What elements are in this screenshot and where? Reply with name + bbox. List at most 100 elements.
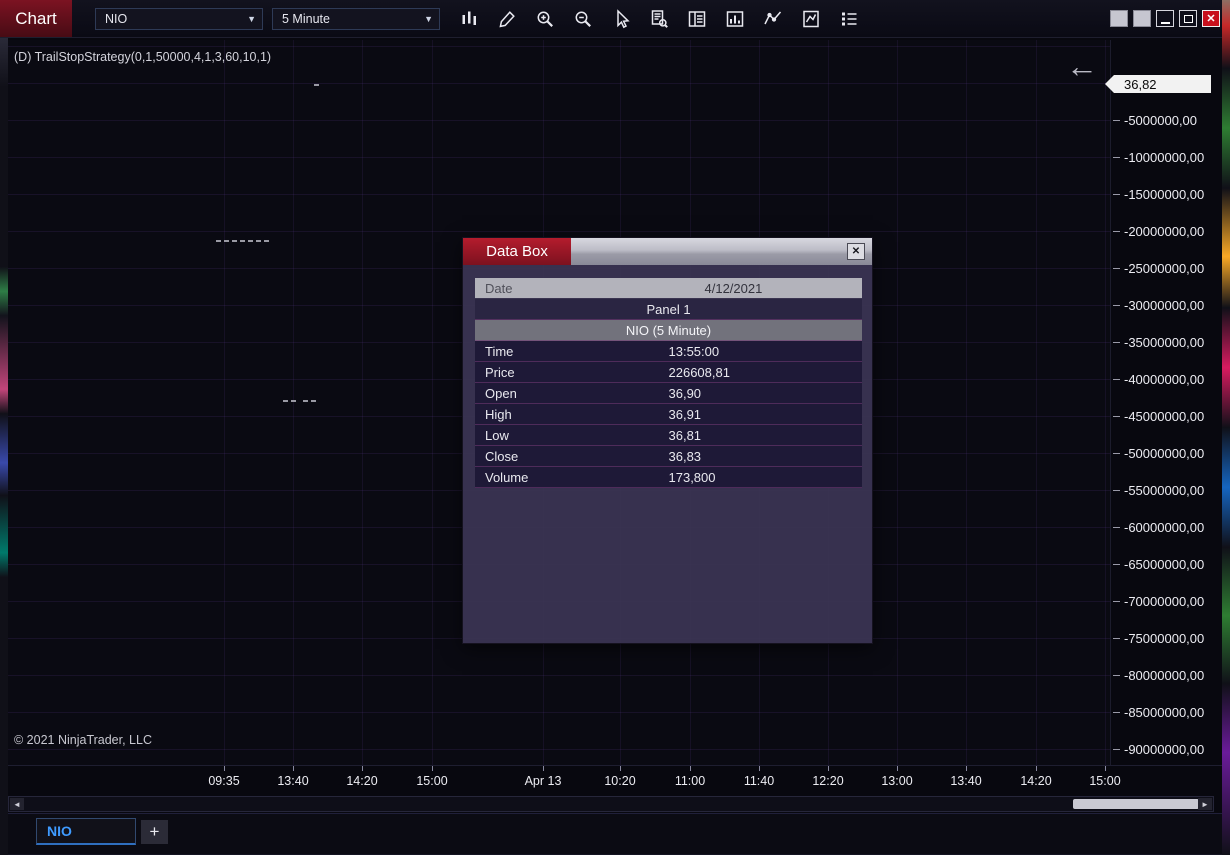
axis-tick	[1113, 119, 1120, 121]
axis-tick	[1113, 304, 1120, 306]
window-button-blank[interactable]	[1110, 10, 1128, 27]
strategies-icon[interactable]	[798, 5, 823, 32]
maximize-button[interactable]	[1179, 10, 1197, 27]
close-button[interactable]: ✕	[1202, 10, 1220, 27]
x-axis-label: Apr 13	[524, 774, 562, 788]
axis-tick	[1113, 674, 1120, 676]
y-axis-label: -90000000,00	[1111, 741, 1222, 757]
zoom-in-icon[interactable]	[532, 5, 557, 32]
price-axis[interactable]: -5000000,00 -10000000,00 -15000000,00 -2…	[1110, 40, 1222, 765]
axis-tick	[224, 766, 225, 771]
x-axis-label: 11:00	[674, 774, 706, 788]
y-axis-label: -80000000,00	[1111, 667, 1222, 683]
y-axis-label: -25000000,00	[1111, 260, 1222, 276]
price-marker-notch	[1105, 75, 1114, 93]
background-right-strip	[1222, 0, 1230, 855]
axis-tick	[362, 766, 363, 771]
databox-row-date: Date 4/12/2021	[475, 278, 862, 299]
data-box-close-button[interactable]: ✕	[847, 243, 865, 260]
time-axis[interactable]: 09:35 13:40 14:20 15:00 Apr 13 10:20 11:…	[8, 765, 1222, 795]
axis-tick	[1036, 766, 1037, 771]
interval-value: 5 Minute	[282, 12, 330, 26]
data-box-title: Data Box	[463, 238, 571, 265]
axis-tick	[1113, 748, 1120, 750]
chevron-down-icon: ▼	[247, 14, 256, 24]
draw-pencil-icon[interactable]	[494, 5, 519, 32]
x-axis-label: 15:00	[416, 774, 448, 788]
databox-row-series: NIO (5 Minute)	[475, 320, 862, 341]
y-axis-label: -40000000,00	[1111, 371, 1222, 387]
y-axis-label: -85000000,00	[1111, 704, 1222, 720]
cursor-icon[interactable]	[608, 5, 633, 32]
x-axis-label: 13:40	[950, 774, 982, 788]
grid-line	[1036, 40, 1037, 765]
left-arrow-icon: ←	[1066, 48, 1098, 84]
y-axis-label: -50000000,00	[1111, 445, 1222, 461]
databox-row-close: Close 36,83	[475, 446, 862, 467]
x-axis-label: 12:20	[812, 774, 844, 788]
axis-tick	[1113, 489, 1120, 491]
databox-row-volume: Volume 173,800	[475, 467, 862, 488]
data-box-title-bar[interactable]: Data Box ✕	[463, 238, 872, 265]
databox-row-panel: Panel 1	[475, 299, 862, 320]
data-box-icon[interactable]	[646, 5, 671, 32]
copyright-text: © 2021 NinjaTrader, LLC	[14, 733, 152, 747]
y-axis-label: -45000000,00	[1111, 408, 1222, 424]
axis-tick	[1113, 711, 1120, 713]
axis-tick	[1113, 563, 1120, 565]
chart-trader-icon[interactable]	[684, 5, 709, 32]
instrument-dropdown[interactable]: NIO ▼	[95, 8, 263, 30]
grid-line	[897, 40, 898, 765]
axis-tick	[759, 766, 760, 771]
indicators-icon[interactable]	[722, 5, 747, 32]
interval-dropdown[interactable]: 5 Minute ▼	[272, 8, 440, 30]
zoom-out-icon[interactable]	[570, 5, 595, 32]
axis-tick	[1113, 600, 1120, 602]
axis-tick	[828, 766, 829, 771]
scroll-right-button[interactable]: ►	[1198, 798, 1212, 810]
scroll-left-button[interactable]: ◄	[10, 798, 24, 810]
y-axis-label: -55000000,00	[1111, 482, 1222, 498]
chart-window-label: Chart	[0, 0, 72, 37]
background-left-strip	[0, 38, 8, 855]
window-button-blank[interactable]	[1133, 10, 1151, 27]
price-bars-dash-group	[216, 240, 269, 242]
minimize-button[interactable]	[1156, 10, 1174, 27]
grid-line	[293, 40, 294, 765]
databox-row-high: High 36,91	[475, 404, 862, 425]
axis-tick	[966, 766, 967, 771]
x-axis-label: 14:20	[1020, 774, 1052, 788]
data-box-rows: Date 4/12/2021 Panel 1 NIO (5 Minute) Tim…	[475, 278, 862, 488]
axis-tick	[1113, 526, 1120, 528]
tab-nio[interactable]: NIO	[36, 818, 136, 845]
x-axis-label: 11:40	[743, 774, 775, 788]
add-tab-button[interactable]: +	[141, 820, 168, 844]
scrollbar-thumb[interactable]	[1073, 799, 1199, 809]
y-axis-label: -60000000,00	[1111, 519, 1222, 535]
horizontal-scrollbar[interactable]: ◄ ►	[8, 796, 1214, 812]
y-axis-label: -30000000,00	[1111, 297, 1222, 313]
signal-line-icon[interactable]	[760, 5, 785, 32]
strategy-label: (D) TrailStopStrategy(0,1,50000,4,1,3,60…	[14, 50, 272, 64]
axis-tick	[432, 766, 433, 771]
axis-tick	[1113, 156, 1120, 158]
y-axis-label: -15000000,00	[1111, 186, 1222, 202]
price-bars-dash-group	[283, 400, 316, 402]
grid-line	[224, 40, 225, 765]
current-price-marker: 36,82	[1114, 75, 1211, 93]
axis-tick	[543, 766, 544, 771]
title-bar[interactable]: Chart NIO ▼ 5 Minute ▼ ✕	[0, 0, 1222, 38]
axis-tick	[620, 766, 621, 771]
axis-tick	[1113, 637, 1120, 639]
chart-style-icon[interactable]	[456, 5, 481, 32]
window-controls: ✕	[1110, 10, 1220, 27]
price-bars-dash-group	[314, 84, 319, 86]
databox-row-low: Low 36,81	[475, 425, 862, 446]
grid-line	[432, 40, 433, 765]
axis-tick	[1113, 341, 1120, 343]
properties-list-icon[interactable]	[836, 5, 861, 32]
instrument-value: NIO	[105, 12, 128, 26]
axis-tick	[690, 766, 691, 771]
x-axis-label: 09:35	[208, 774, 240, 788]
axis-tick	[1113, 415, 1120, 417]
